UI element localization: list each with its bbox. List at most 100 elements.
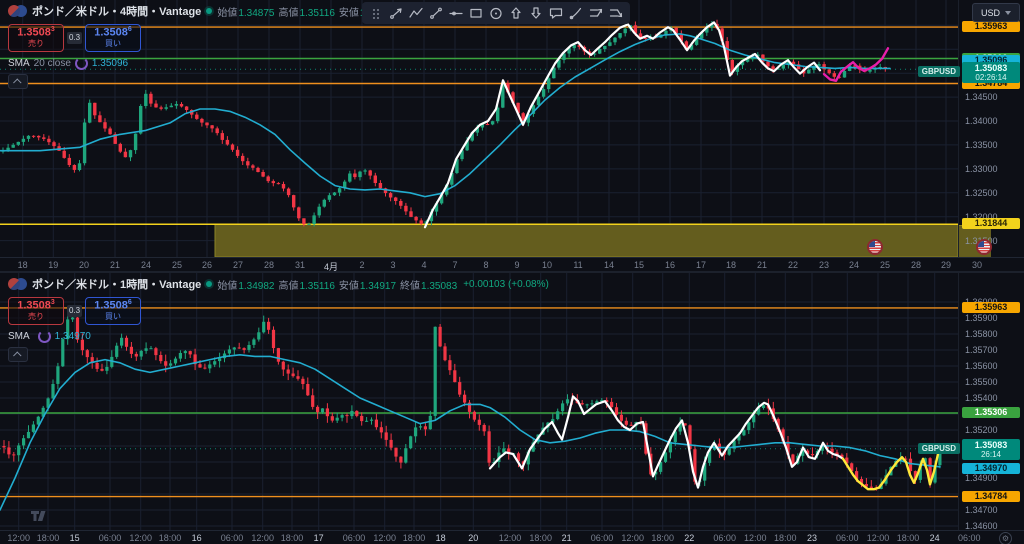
time-tick-label: 06:00 <box>958 533 981 543</box>
chevron-up-icon <box>13 78 21 86</box>
tradingview-logo-icon[interactable] <box>30 509 56 523</box>
time-tick-label: 18:00 <box>37 533 60 543</box>
rectangle-icon[interactable] <box>467 4 485 22</box>
time-tick-label: 29 <box>941 260 951 270</box>
brush-icon[interactable] <box>567 4 585 22</box>
chart-legend: ポンド／米ドル・1時間・Vantage 始値1.34982 高値1.35116 … <box>8 277 549 362</box>
price-tick-label: 1.35700 <box>965 345 998 355</box>
market-status-icon <box>206 8 212 14</box>
time-tick-label: 20 <box>468 533 478 543</box>
price-scale[interactable]: 1.345001.340001.335001.330001.325001.320… <box>958 0 1024 257</box>
time-tick-label: 18:00 <box>774 533 797 543</box>
time-tick-label: 30 <box>972 260 982 270</box>
line-segment-icon[interactable] <box>427 4 445 22</box>
short-position-icon[interactable] <box>607 4 625 22</box>
price-level-tag: 1.31844 <box>962 218 1020 229</box>
time-tick-label: 4 <box>421 260 426 270</box>
time-tick-label: 7 <box>452 260 457 270</box>
time-tick-label: 23 <box>819 260 829 270</box>
time-tick-label: 24 <box>141 260 151 270</box>
us-flag-event-icon[interactable] <box>869 241 881 253</box>
time-tick-label: 12:00 <box>373 533 396 543</box>
time-tick-label: 2 <box>359 260 364 270</box>
time-tick-label: 25 <box>880 260 890 270</box>
symbol-logo-icon <box>8 5 27 17</box>
time-tick-label: 18:00 <box>651 533 674 543</box>
price-tick-label: 1.32500 <box>965 188 998 198</box>
indicator-loading-icon <box>75 57 88 70</box>
trading-app: USD 181920212425262728314月23478910111415… <box>0 0 1024 544</box>
arrow-up-icon[interactable] <box>507 4 525 22</box>
last-price-tag: GBPUSD1.3508302:26:14 <box>962 62 1020 83</box>
timezone-settings-icon[interactable]: ⚙ <box>999 532 1012 544</box>
us-flag-event-icon[interactable] <box>978 241 990 253</box>
time-tick-label: 17 <box>696 260 706 270</box>
indicator-legend[interactable]: SMA 1.34970 <box>8 330 549 342</box>
price-level-tag: 1.34784 <box>962 491 1020 502</box>
last-price-tag: GBPUSD1.3508326:14 <box>962 439 1020 460</box>
buy-button[interactable]: 1.35086 買い <box>85 297 141 325</box>
time-tick-label: 10 <box>542 260 552 270</box>
chart-title[interactable]: ポンド／米ドル・4時間・Vantage <box>32 3 201 19</box>
chart-title[interactable]: ポンド／米ドル・1時間・Vantage <box>32 276 201 292</box>
time-tick-label: 17 <box>314 533 324 543</box>
polyline-icon[interactable] <box>407 4 425 22</box>
time-tick-label: 8 <box>483 260 488 270</box>
chart-panel-1h: ⚙ 12:0018:001506:0012:0018:001606:0012:0… <box>0 273 1024 544</box>
time-axis[interactable]: ⚙ 12:0018:001506:0012:0018:001606:0012:0… <box>0 530 1024 544</box>
time-tick-label: 12:00 <box>621 533 644 543</box>
callout-icon[interactable] <box>547 4 565 22</box>
price-tick-label: 1.33000 <box>965 164 998 174</box>
buy-button[interactable]: 1.35086 買い <box>85 24 141 52</box>
price-tick-label: 1.35900 <box>965 313 998 323</box>
time-tick-label: 12:00 <box>251 533 274 543</box>
circle-icon[interactable] <box>487 4 505 22</box>
sell-button[interactable]: 1.35083 売り <box>8 24 64 52</box>
price-tick-label: 1.35400 <box>965 393 998 403</box>
price-tick-label: 1.35800 <box>965 329 998 339</box>
time-tick-label: 31 <box>295 260 305 270</box>
time-tick-label: 18:00 <box>281 533 304 543</box>
time-tick-label: 12:00 <box>744 533 767 543</box>
spread-value: 0.3 <box>67 32 82 44</box>
price-scale[interactable]: 1.360001.359001.358001.357001.356001.355… <box>958 273 1024 530</box>
time-axis[interactable]: 181920212425262728314月234789101114151617… <box>0 257 1024 271</box>
time-tick-label: 18 <box>436 533 446 543</box>
time-tick-label: 06:00 <box>221 533 244 543</box>
time-tick-label: 12:00 <box>499 533 522 543</box>
time-tick-label: 19 <box>48 260 58 270</box>
price-tick-label: 1.34500 <box>965 92 998 102</box>
panel-divider[interactable] <box>0 271 1024 273</box>
currency-dropdown[interactable]: USD <box>972 3 1020 22</box>
sell-button[interactable]: 1.35083 売り <box>8 297 64 325</box>
time-tick-label: 20 <box>79 260 89 270</box>
time-tick-label: 18 <box>726 260 736 270</box>
arrow-down-icon[interactable] <box>527 4 545 22</box>
price-tick-label: 1.34000 <box>965 116 998 126</box>
time-tick-label: 12:00 <box>867 533 890 543</box>
horizontal-line-icon[interactable] <box>447 4 465 22</box>
price-level-tag: 1.35306 <box>962 407 1020 418</box>
bar-countdown: 02:26:14 <box>962 73 1020 82</box>
price-level-tag: 1.34970 <box>962 463 1020 474</box>
time-tick-label: 18:00 <box>897 533 920 543</box>
ohlc-values: 始値1.34982 高値1.35116 安値1.34917 終値1.35083 … <box>217 277 549 292</box>
toolbar-drag-handle[interactable] <box>367 4 385 22</box>
drawing-toolbar <box>362 2 630 24</box>
time-tick-label: 25 <box>172 260 182 270</box>
time-tick-label: 24 <box>930 533 940 543</box>
collapse-legend-button[interactable] <box>8 74 28 89</box>
time-tick-label: 16 <box>192 533 202 543</box>
price-tick-label: 1.35500 <box>965 377 998 387</box>
time-tick-label: 16 <box>665 260 675 270</box>
indicator-legend[interactable]: SMA 20 close 1.35096 <box>8 57 549 69</box>
currency-label: USD <box>981 8 1000 18</box>
trend-line-icon[interactable] <box>387 4 405 22</box>
time-tick-label: 3 <box>390 260 395 270</box>
time-tick-label: 21 <box>562 533 572 543</box>
price-tick-label: 1.35600 <box>965 361 998 371</box>
price-tick-label: 1.34700 <box>965 505 998 515</box>
collapse-legend-button[interactable] <box>8 347 28 362</box>
long-position-icon[interactable] <box>587 4 605 22</box>
time-tick-label: 26 <box>202 260 212 270</box>
